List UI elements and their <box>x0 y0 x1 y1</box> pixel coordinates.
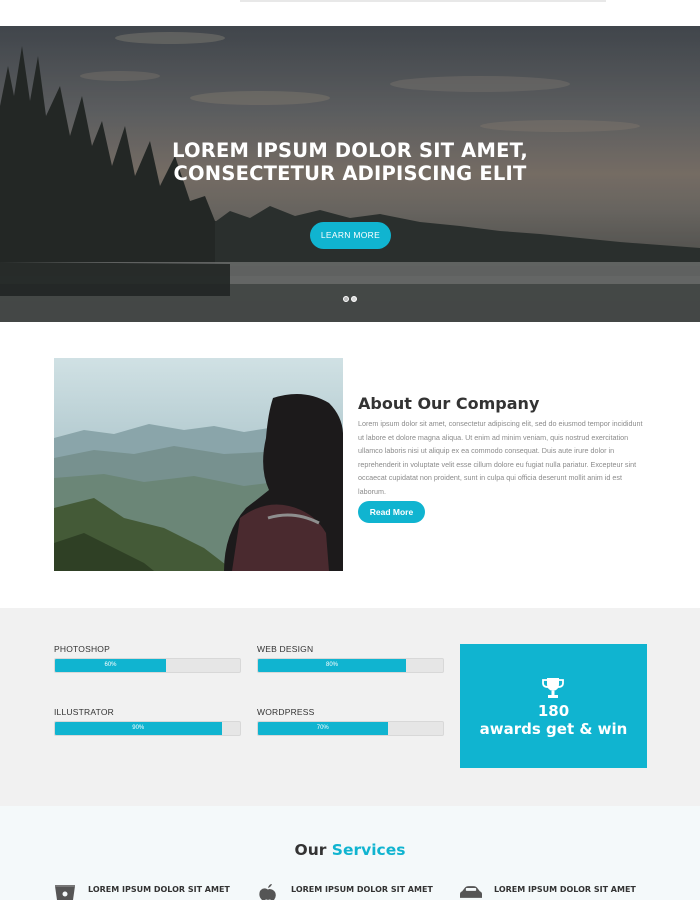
awards-caption: awards get & win <box>479 720 628 738</box>
hero-title-line-1: LOREM IPSUM DOLOR SIT AMET, <box>172 139 528 162</box>
skill-label: ILLUSTRATOR <box>54 707 114 717</box>
progress-bar: 90% <box>54 721 241 736</box>
about-title: About Our Company <box>358 394 540 413</box>
slider-pagination <box>343 296 359 302</box>
skill-label: WEB DESIGN <box>257 644 314 654</box>
service-label: LOREM IPSUM DOLOR SIT AMET <box>291 885 433 894</box>
services-title-main: Our <box>294 841 327 859</box>
read-more-button[interactable]: Read More <box>358 501 425 523</box>
skill-label: PHOTOSHOP <box>54 644 110 654</box>
progress-bar-label: 90% <box>132 725 145 731</box>
progress-bar: 60% <box>54 658 241 673</box>
progress-bar-label: 60% <box>104 662 117 668</box>
hero-title: LOREM IPSUM DOLOR SIT AMET, CONSECTETUR … <box>0 139 700 185</box>
services-title-accent: Services <box>331 841 406 859</box>
skill-web-design: WEB DESIGN 80% <box>257 644 445 673</box>
slider-dot-1[interactable] <box>343 296 349 302</box>
progress-bar-label: 80% <box>325 662 338 668</box>
skill-illustrator: ILLUSTRATOR 90% <box>54 707 242 736</box>
progress-bar: 80% <box>257 658 444 673</box>
navbar-divider <box>240 0 606 2</box>
top-navbar <box>0 0 700 26</box>
about-image <box>54 358 343 571</box>
hero-slider: LOREM IPSUM DOLOR SIT AMET, CONSECTETUR … <box>0 26 700 322</box>
services-section: Our Services LOREM IPSUM DOLOR SIT AMET … <box>0 806 700 900</box>
trophy-icon <box>542 678 564 698</box>
skill-wordpress: WORDPRESS 70% <box>257 707 445 736</box>
skill-photoshop: PHOTOSHOP 60% <box>54 644 242 673</box>
hero-title-line-2: CONSECTETUR ADIPISCING ELIT <box>173 162 527 185</box>
service-label: LOREM IPSUM DOLOR SIT AMET <box>88 885 230 894</box>
hiker-photo <box>54 358 343 571</box>
bucket-icon <box>55 885 75 900</box>
car-icon <box>460 886 482 898</box>
about-body-text: Lorem ipsum dolor sit amet, consectetur … <box>358 419 643 496</box>
awards-count: 180 <box>537 702 570 720</box>
services-title: Our Services <box>0 841 700 859</box>
learn-more-button[interactable]: LEARN MORE <box>310 222 391 249</box>
progress-bar: 70% <box>257 721 444 736</box>
progress-bar-label: 70% <box>316 725 329 731</box>
awards-box: 180 awards get & win <box>460 644 647 768</box>
slider-dot-2[interactable] <box>351 296 357 302</box>
skill-label: WORDPRESS <box>257 707 315 717</box>
service-label: LOREM IPSUM DOLOR SIT AMET <box>494 885 636 894</box>
apple-icon <box>259 884 276 900</box>
skills-section: PHOTOSHOP 60% WEB DESIGN 80% ILLUSTRATOR… <box>0 608 700 806</box>
